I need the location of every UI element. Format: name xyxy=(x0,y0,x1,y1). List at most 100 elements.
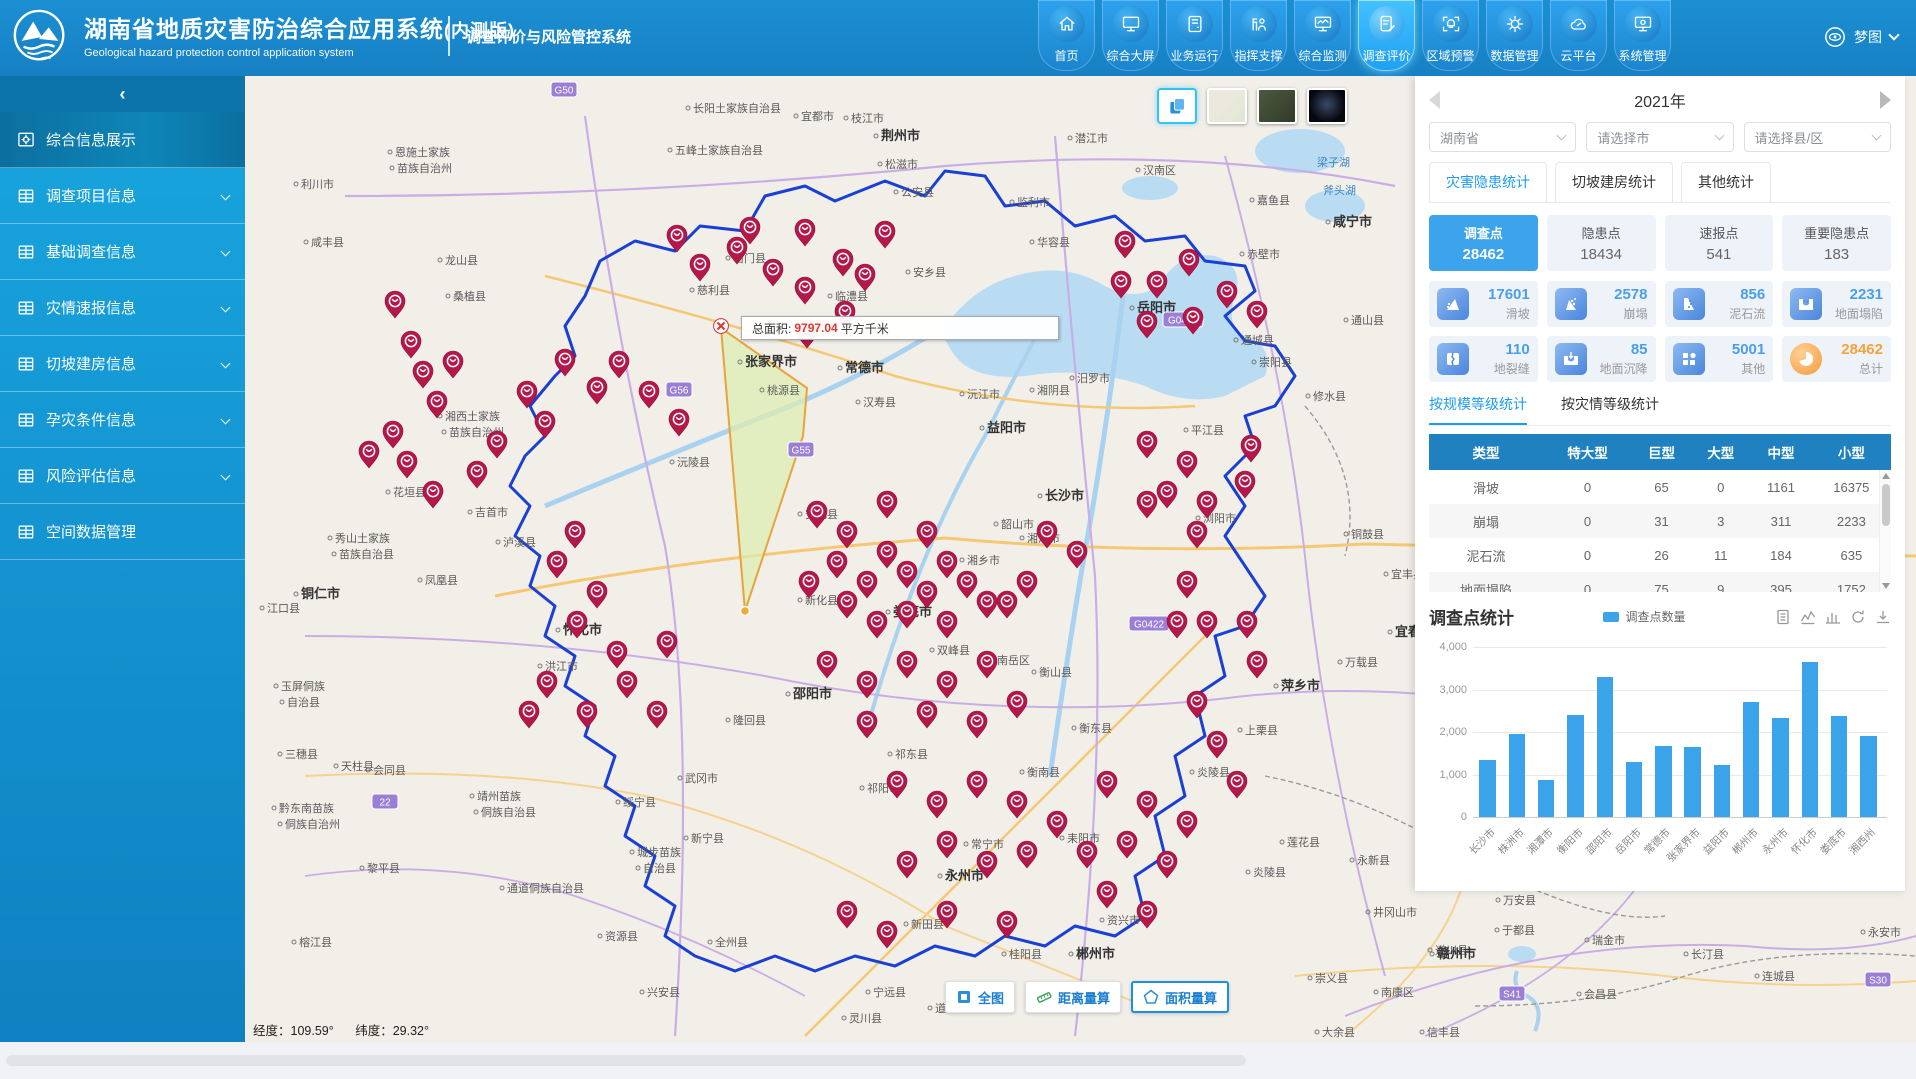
region-selects: 湖南省请选择市请选择县/区 xyxy=(1429,122,1891,152)
sidebar-item-切坡建房信息[interactable]: 切坡建房信息 xyxy=(0,336,245,392)
basemap-thumb-satellite[interactable] xyxy=(1257,88,1297,124)
year-prev-arrow-icon[interactable] xyxy=(1429,91,1440,109)
app-subtitle: Geological hazard protection control app… xyxy=(84,47,515,59)
ytick-label: 4,000 xyxy=(1429,641,1467,653)
map-place-label: 城步苗族 xyxy=(637,845,681,859)
nav-item-综合监测[interactable]: 综合监测 xyxy=(1294,0,1351,71)
map-place-label: 修水县 xyxy=(1313,389,1346,403)
layers-button[interactable] xyxy=(1157,88,1197,124)
user-name[interactable]: 梦图 xyxy=(1854,27,1882,47)
nav-item-业务运行[interactable]: 业务运行 xyxy=(1166,0,1223,71)
bar-常德市[interactable] xyxy=(1655,746,1671,817)
nav-item-区域预警[interactable]: 区域预警 xyxy=(1422,0,1479,71)
nav-item-数据管理[interactable]: 数据管理 xyxy=(1486,0,1543,71)
horizontal-scrollbar-thumb[interactable] xyxy=(6,1055,1246,1066)
chart-header: 调查点统计 调查点数量 xyxy=(1429,604,1891,629)
bar-益阳市[interactable] xyxy=(1714,765,1730,817)
chevron-down-icon xyxy=(1557,131,1567,141)
table-scroll-thumb[interactable] xyxy=(1882,484,1890,526)
bar-怀化市[interactable] xyxy=(1802,662,1818,817)
table-col-类型: 类型 xyxy=(1429,434,1543,470)
line-chart-icon[interactable] xyxy=(1800,609,1816,625)
map-tool-面积量算[interactable]: 面积量算 xyxy=(1131,981,1229,1013)
map-water-label: 斧头湖 xyxy=(1323,184,1356,197)
type-stat-地裂缝: 110地裂缝 xyxy=(1429,336,1538,382)
nav-item-调查评价[interactable]: 调查评价 xyxy=(1358,0,1415,71)
map-tool-距离量算[interactable]: 距离量算 xyxy=(1025,981,1121,1013)
table-col-中型: 中型 xyxy=(1750,434,1811,470)
sidebar-item-风险评估信息[interactable]: 风险评估信息 xyxy=(0,448,245,504)
sub-tab-按规模等级统计[interactable]: 按规模等级统计 xyxy=(1429,394,1527,425)
year-next-arrow-icon[interactable] xyxy=(1880,91,1891,109)
map-place-label: 绥宁县 xyxy=(623,795,656,809)
sidebar-item-基础调查信息[interactable]: 基础调查信息 xyxy=(0,224,245,280)
stat-card-隐患点[interactable]: 隐患点18434 xyxy=(1547,215,1656,271)
bar-湘西州[interactable] xyxy=(1860,736,1876,817)
stat-card-速报点[interactable]: 速报点541 xyxy=(1665,215,1774,271)
sidebar-item-综合信息展示[interactable]: 综合信息展示 xyxy=(0,112,245,168)
bar-郴州市[interactable] xyxy=(1743,702,1759,817)
table-col-大型: 大型 xyxy=(1691,434,1750,470)
map-place-label: 炎陵县 xyxy=(1253,866,1286,879)
nav-item-指挥支撑[interactable]: 指挥支撑 xyxy=(1230,0,1287,71)
stat-card-调查点[interactable]: 调查点28462 xyxy=(1429,215,1538,271)
nav-item-综合大屏[interactable]: 综合大屏 xyxy=(1102,0,1159,71)
bar-岳阳市[interactable] xyxy=(1626,762,1642,817)
sidebar-item-灾情速报信息[interactable]: 灾情速报信息 xyxy=(0,280,245,336)
refresh-icon[interactable] xyxy=(1850,609,1866,625)
table-scroll-up-icon[interactable] xyxy=(1882,473,1890,479)
map-place-label: 连城县 xyxy=(1762,970,1795,983)
map-place-label: 邵阳市 xyxy=(792,686,832,701)
map-place-label: 南岳区 xyxy=(997,654,1030,667)
bar-永州市[interactable] xyxy=(1772,718,1788,817)
map-coordinates: 经度：109.59° 纬度：29.32° xyxy=(253,1020,447,1039)
nav-item-首页[interactable]: 首页 xyxy=(1038,0,1095,71)
bar-长沙市[interactable] xyxy=(1479,760,1495,817)
tab-切坡建房统计[interactable]: 切坡建房统计 xyxy=(1555,162,1673,202)
user-menu-chevron-icon[interactable] xyxy=(1888,29,1899,40)
bar-衡阳市[interactable] xyxy=(1567,715,1583,817)
map-place-label: 玉屏侗族 xyxy=(281,679,325,693)
bar-株洲市[interactable] xyxy=(1509,734,1525,817)
basemap-thumb-road[interactable] xyxy=(1207,88,1247,124)
road-badge-22: 22 xyxy=(372,794,398,809)
sub-tab-按灾情等级统计[interactable]: 按灾情等级统计 xyxy=(1561,394,1659,425)
map-place-label: 临澧县 xyxy=(835,289,868,303)
level-table-wrap: 类型特大型巨型大型中型小型 滑坡0650116116375崩塌031331122… xyxy=(1429,434,1891,592)
chevron-down-icon xyxy=(221,247,231,257)
sidebar-collapse-button[interactable]: ‹ xyxy=(0,76,245,112)
measure-close-icon[interactable] xyxy=(713,318,729,334)
region-select-1[interactable]: 请选择市 xyxy=(1586,122,1733,152)
stat-card-重要隐患点[interactable]: 重要隐患点183 xyxy=(1782,215,1891,271)
table-scroll-down-icon[interactable] xyxy=(1882,583,1890,589)
legend-label: 调查点数量 xyxy=(1625,608,1685,625)
region-select-0[interactable]: 湖南省 xyxy=(1429,122,1576,152)
map-tool-全图[interactable]: 全图 xyxy=(945,981,1015,1013)
sidebar-item-孕灾条件信息[interactable]: 孕灾条件信息 xyxy=(0,392,245,448)
tab-灾害隐患统计[interactable]: 灾害隐患统计 xyxy=(1429,162,1547,202)
map-place-label: 全州县 xyxy=(715,935,748,949)
ytick-label: 0 xyxy=(1429,811,1467,823)
eye-icon[interactable] xyxy=(1824,26,1846,48)
sidebar-item-空间数据管理[interactable]: 空间数据管理 xyxy=(0,504,245,560)
latitude-readout: 纬度：29.32° xyxy=(355,1024,429,1038)
nav-item-云平台[interactable]: 云平台 xyxy=(1550,0,1607,71)
region-select-2[interactable]: 请选择县/区 xyxy=(1744,122,1891,152)
map-place-label: 新宁县 xyxy=(691,831,724,845)
bar-chart-icon[interactable] xyxy=(1825,609,1841,625)
nav-item-系统管理[interactable]: 系统管理 xyxy=(1614,0,1671,71)
bar-湘潭市[interactable] xyxy=(1538,780,1554,817)
chevron-down-icon xyxy=(1714,131,1724,141)
map-place-label: 长汀县 xyxy=(1691,948,1724,961)
tab-其他统计[interactable]: 其他统计 xyxy=(1681,162,1771,202)
board-icon xyxy=(16,130,36,150)
data-view-icon[interactable] xyxy=(1775,609,1791,625)
bar-娄底市[interactable] xyxy=(1831,716,1847,817)
bar-邵阳市[interactable] xyxy=(1597,677,1613,817)
basemap-thumb-globe[interactable] xyxy=(1307,88,1347,124)
bar-张家界市[interactable] xyxy=(1684,747,1700,817)
sidebar-item-调查项目信息[interactable]: 调查项目信息 xyxy=(0,168,245,224)
chart-legend[interactable]: 调查点数量 xyxy=(1514,608,1775,625)
chevron-down-icon xyxy=(221,359,231,369)
download-icon[interactable] xyxy=(1875,609,1891,625)
